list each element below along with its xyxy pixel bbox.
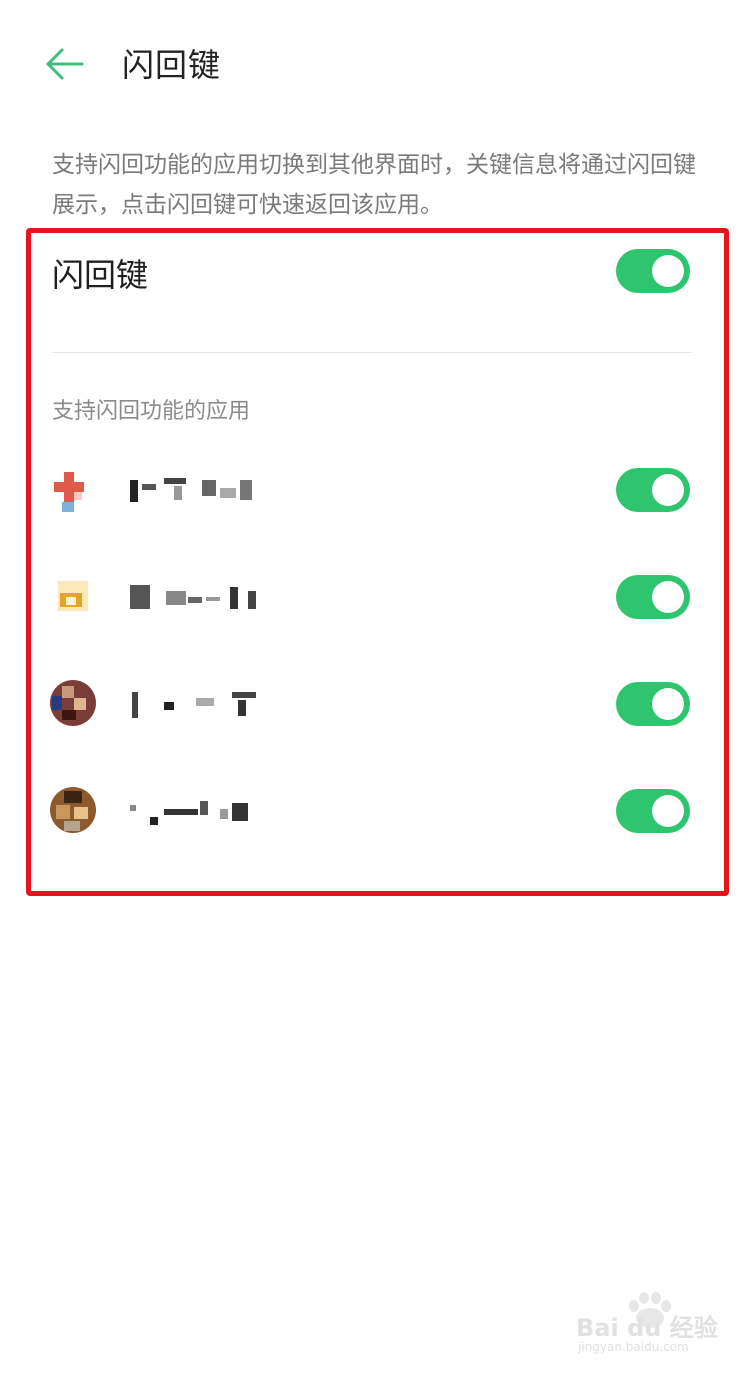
app-row [40, 664, 700, 744]
app-name [130, 581, 270, 613]
main-toggle-label: 闪回键 [52, 256, 149, 294]
divider [52, 352, 692, 353]
app-toggle-switch[interactable] [616, 575, 690, 619]
app-name [130, 474, 270, 506]
app-name [130, 688, 270, 720]
app-name [130, 795, 270, 827]
app-toggle-switch[interactable] [616, 789, 690, 833]
app-toggle-switch[interactable] [616, 468, 690, 512]
feature-description: 支持闪回功能的应用切换到其他界面时，关键信息将通过闪回键展示，点击闪回键可快速返… [52, 152, 696, 218]
app-icon [50, 573, 96, 619]
watermark-url: jingyan.baidu.com [578, 1340, 689, 1354]
app-row [40, 450, 700, 530]
arrow-left-icon [46, 48, 84, 80]
app-row [40, 771, 700, 851]
toggle-knob [652, 581, 684, 613]
baidu-jingyan-watermark: Bai du 经验 jingyan.baidu.com [576, 1290, 726, 1360]
app-icon [50, 787, 96, 833]
toggle-knob [652, 795, 684, 827]
apps-section-title: 支持闪回功能的应用 [52, 399, 251, 424]
watermark-brand: Bai du 经验 [576, 1314, 718, 1342]
page-title: 闪回键 [122, 46, 222, 84]
app-toggle-switch[interactable] [616, 682, 690, 726]
back-button[interactable] [44, 44, 86, 84]
app-icon [50, 466, 96, 512]
main-toggle-switch[interactable] [616, 249, 690, 293]
top-bar: 闪回键 [0, 0, 752, 125]
toggle-knob [652, 474, 684, 506]
toggle-knob [652, 255, 684, 287]
app-row [40, 557, 700, 637]
toggle-knob [652, 688, 684, 720]
app-icon [50, 680, 96, 726]
